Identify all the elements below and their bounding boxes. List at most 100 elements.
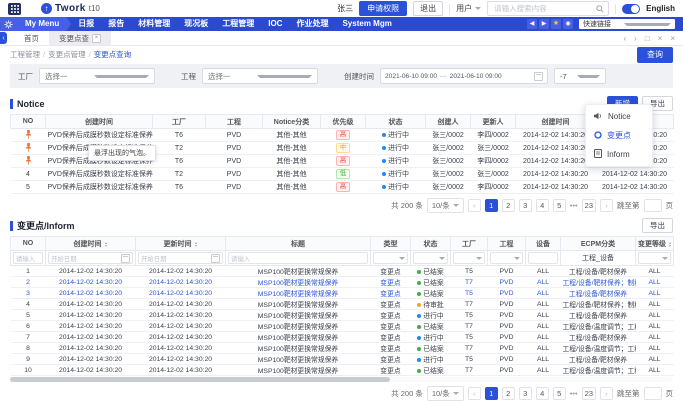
maximize-icon[interactable]: □	[645, 34, 650, 43]
table-row[interactable]: 12014-12-02 14:30:202014-12-02 14:30:20M…	[11, 266, 674, 277]
jump-page-input[interactable]	[644, 387, 662, 400]
app-grid-icon[interactable]	[8, 3, 21, 15]
user-scope-dropdown[interactable]: 用户	[456, 3, 481, 14]
menu-item-Inform[interactable]: Inform	[586, 145, 652, 164]
logout-button[interactable]: 退出	[413, 1, 443, 16]
filter-input[interactable]: 开始日期	[48, 252, 133, 264]
horizontal-scrollbar[interactable]	[10, 377, 673, 382]
date-range-input[interactable]: 2021-06-10 09:00—2021-06-10 09:00	[380, 68, 548, 84]
menubar-item-my-menu[interactable]: My Menu	[16, 17, 71, 31]
table-cell: 5	[11, 181, 46, 194]
sort-icon[interactable]: ▲▼	[668, 241, 672, 247]
inform-export-button[interactable]: 导出	[642, 218, 673, 233]
table-row[interactable]: 5PVD保养后成膜秒数设定标准保养后成膜秒...T6PVD其他-其他高进行中张三…	[11, 181, 674, 194]
filter-select[interactable]	[638, 252, 671, 264]
filter-select[interactable]	[413, 252, 448, 264]
favorite-star-icon[interactable]: ★	[551, 19, 561, 29]
table-row[interactable]: 82014-12-02 14:30:202014-12-02 14:30:20M…	[11, 343, 674, 354]
table-row[interactable]: 22014-12-02 14:30:202014-12-02 14:30:20M…	[11, 277, 674, 288]
settings-gear-icon[interactable]	[0, 17, 16, 31]
jump-label: 跳至第	[617, 200, 640, 211]
filter-select[interactable]	[453, 252, 485, 264]
language-toggle[interactable]	[622, 4, 640, 14]
table-row[interactable]: 4PVD保养后成膜秒数设定标准保养后成膜秒...T2PVD其他-其他低进行中张三…	[11, 168, 674, 181]
menubar-item-5[interactable]: 工程管理	[215, 17, 261, 31]
menubar-item-8[interactable]: System Mgm	[335, 17, 398, 31]
prev-page-button[interactable]: ‹	[468, 387, 481, 400]
search-input[interactable]	[492, 3, 594, 14]
target-circle-icon[interactable]: ◉	[563, 19, 573, 29]
table-row[interactable]: 32014-12-02 14:30:202014-12-02 14:30:20M…	[11, 288, 674, 299]
nav-back-icon[interactable]: ◀	[527, 19, 537, 29]
filter-input[interactable]: 开始日期	[138, 252, 223, 264]
tabs-scroll-right-icon[interactable]: ›	[634, 34, 637, 43]
close-all-icon[interactable]: ×	[670, 34, 675, 43]
range-preset-select[interactable]: -7	[554, 68, 606, 84]
column-header[interactable]: 创建时间▲▼	[46, 237, 136, 251]
menubar-item-3[interactable]: 材料管理	[131, 17, 177, 31]
column-header[interactable]: 变更等级▲▼	[636, 237, 674, 251]
filter-value[interactable]: 工程_设备	[582, 255, 614, 262]
page-button[interactable]: 2	[502, 387, 515, 400]
table-row[interactable]: 72014-12-02 14:30:202014-12-02 14:30:20M…	[11, 332, 674, 343]
close-icon[interactable]: ×	[658, 34, 663, 43]
query-button[interactable]: 查询	[637, 47, 673, 63]
menubar-item-7[interactable]: 作业处理	[289, 17, 335, 31]
menu-item-Notice[interactable]: Notice	[586, 107, 652, 126]
column-header: 更新人	[471, 115, 516, 129]
page-button[interactable]: 3	[519, 199, 532, 212]
column-header[interactable]: 更新时间▲▼	[136, 237, 226, 251]
page-button[interactable]: 23	[582, 199, 596, 212]
table-row[interactable]: 52014-12-02 14:30:202014-12-02 14:30:20M…	[11, 310, 674, 321]
page-button[interactable]: 23	[582, 387, 596, 400]
process-select[interactable]: 选择一	[202, 68, 318, 84]
next-page-button[interactable]: ›	[600, 199, 613, 212]
table-row[interactable]: 102014-12-02 14:30:202014-12-02 14:30:20…	[11, 365, 674, 376]
page-button[interactable]: 2	[502, 199, 515, 212]
language-label: English	[646, 4, 675, 13]
table-row[interactable]: PVD保养后成膜秒数设定标准保养后成膜秒...T6PVD其他-其他高进行中张三/…	[11, 129, 674, 142]
filter-input[interactable]: 请输入	[13, 252, 43, 264]
sort-icon[interactable]: ▲▼	[104, 241, 108, 247]
filter-input[interactable]	[528, 252, 558, 264]
menubar-item-2[interactable]: 报告	[101, 17, 131, 31]
menubar-item-4[interactable]: 现况板	[177, 17, 215, 31]
page-size-select[interactable]: 10/条	[427, 198, 464, 213]
table-row[interactable]: 62014-12-02 14:30:202014-12-02 14:30:20M…	[11, 321, 674, 332]
filter-select[interactable]	[490, 252, 523, 264]
filter-input[interactable]: 请输入	[228, 252, 368, 264]
tabs-scroll-left-icon[interactable]: ‹	[623, 34, 626, 43]
menubar-item-6[interactable]: IOC	[261, 17, 289, 31]
scrollbar-thumb[interactable]	[10, 377, 390, 382]
page-button[interactable]: 4	[536, 387, 549, 400]
page-button[interactable]: 5	[553, 387, 566, 400]
breadcrumb-item[interactable]: 变更点管理	[48, 49, 86, 60]
table-cell: 2014-12-02 14:30:20	[46, 310, 136, 321]
table-row[interactable]: 92014-12-02 14:30:202014-12-02 14:30:20M…	[11, 354, 674, 365]
page-button[interactable]: 5	[553, 199, 566, 212]
page-button[interactable]: 1	[485, 199, 498, 212]
next-page-button[interactable]: ›	[600, 387, 613, 400]
factory-select[interactable]: 选择一	[39, 68, 155, 84]
tab-change-point-query[interactable]: 变更点查 ×	[49, 31, 111, 45]
menubar-item-1[interactable]: 日报	[71, 17, 101, 31]
sort-icon[interactable]: ▲▼	[194, 241, 198, 247]
menu-item-变更点[interactable]: 变更点	[586, 126, 652, 145]
apply-permission-button[interactable]: 申请权限	[359, 1, 407, 16]
jump-page-input[interactable]	[644, 199, 662, 212]
page-button[interactable]: 4	[536, 199, 549, 212]
page-size-select[interactable]: 10/条	[427, 386, 464, 401]
sidebar-expand-handle[interactable]: ‹	[0, 32, 7, 44]
page-button[interactable]: 3	[519, 387, 532, 400]
tab-home[interactable]: 首页	[14, 31, 49, 45]
nav-forward-icon[interactable]: ▶	[539, 19, 549, 29]
breadcrumb-item[interactable]: 工程管理	[10, 49, 40, 60]
search-icon[interactable]	[596, 5, 604, 13]
quick-link-dropdown[interactable]: 快速链接	[579, 19, 675, 29]
page-button[interactable]: 1	[485, 387, 498, 400]
filter-select[interactable]	[373, 252, 408, 264]
prev-page-button[interactable]: ‹	[468, 199, 481, 212]
tab-close-icon[interactable]: ×	[92, 34, 101, 43]
table-row[interactable]: 42014-12-02 14:30:202014-12-02 14:30:20M…	[11, 299, 674, 310]
menu-items: My Menu日报报告材料管理现况板工程管理IOC作业处理System Mgm	[16, 17, 399, 31]
